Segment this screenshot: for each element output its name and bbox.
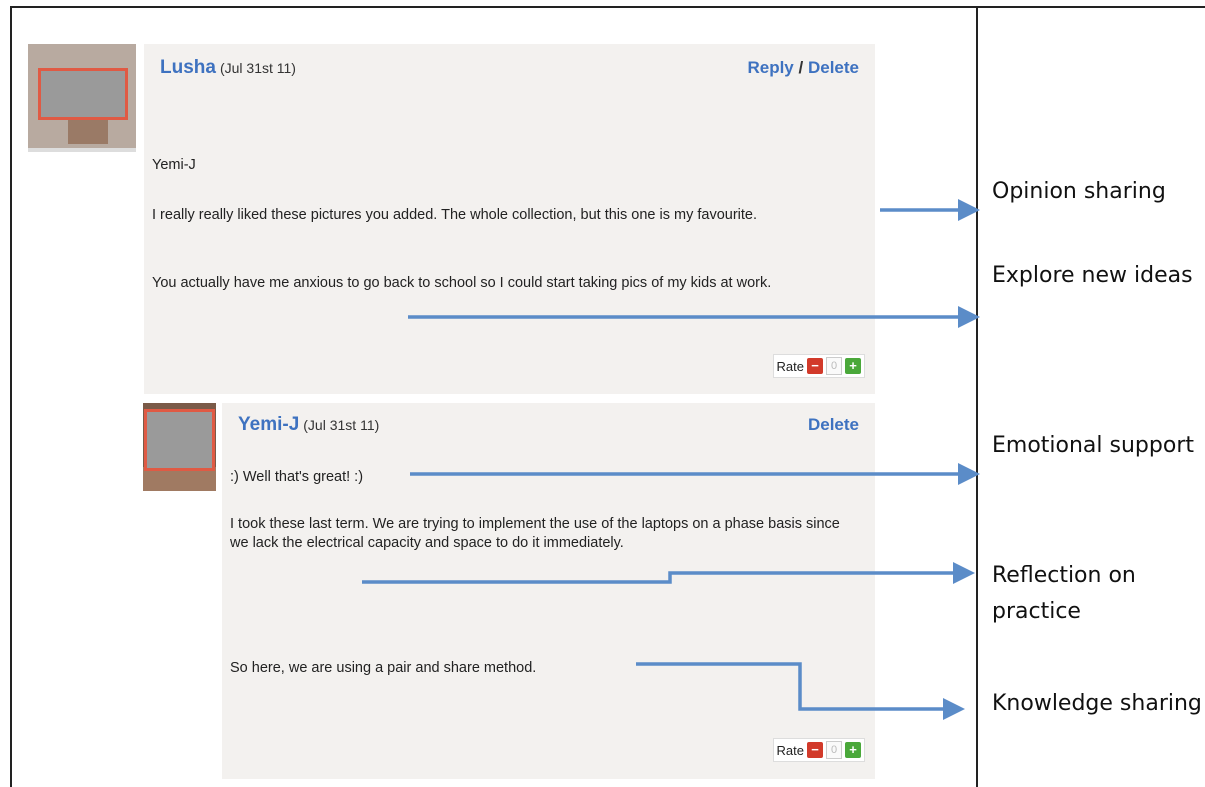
- arrow-explore-new-ideas-head: [958, 306, 980, 328]
- arrow-emotional-support-head: [958, 463, 980, 485]
- annotation-arrows: [362, 199, 980, 720]
- arrow-opinion-sharing-head: [958, 199, 980, 221]
- label-reflection-on-practice: Reflection on practice: [992, 563, 1136, 624]
- arrow-knowledge-sharing: [636, 662, 945, 711]
- label-explore-new-ideas: Explore new ideas: [992, 263, 1193, 288]
- arrow-reflection-on-practice: [362, 571, 955, 584]
- label-knowledge-sharing: Knowledge sharing: [992, 691, 1202, 716]
- arrow-knowledge-sharing-head: [943, 698, 965, 720]
- label-opinion-sharing: Opinion sharing: [992, 179, 1166, 204]
- arrow-reflection-on-practice-head: [953, 562, 975, 584]
- label-emotional-support: Emotional support: [992, 433, 1194, 458]
